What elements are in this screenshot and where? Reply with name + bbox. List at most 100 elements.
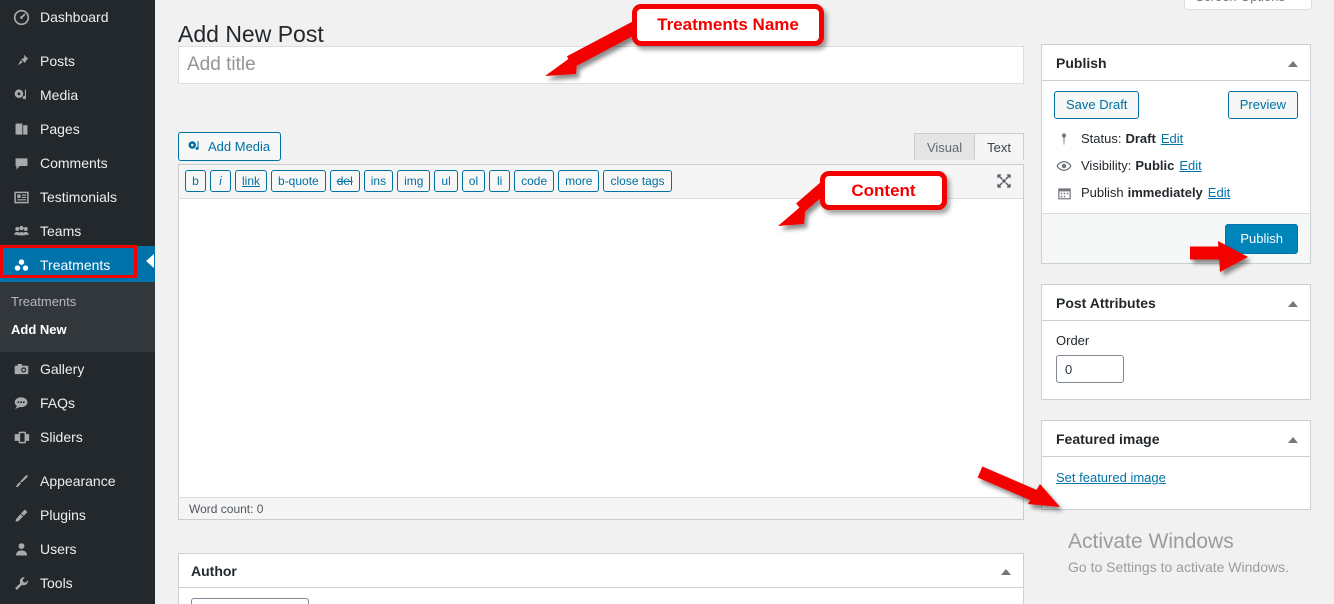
- preview-button[interactable]: Preview: [1227, 91, 1298, 119]
- qt-button-li[interactable]: li: [489, 170, 511, 192]
- sidebar-item-tools[interactable]: Tools: [0, 566, 155, 600]
- screen-options-button[interactable]: Screen Options: [1184, 0, 1312, 10]
- status-row: Status: Draft Edit: [1054, 131, 1298, 147]
- camera-icon: [11, 359, 31, 379]
- editor-container: b i link b-quote del ins img ul ol li co…: [178, 164, 1024, 520]
- chevron-up-icon[interactable]: [1001, 569, 1011, 575]
- sidebar-item-label: Posts: [40, 52, 76, 69]
- visibility-edit-link[interactable]: Edit: [1179, 158, 1201, 174]
- post-attributes-header[interactable]: Post Attributes: [1042, 285, 1310, 321]
- sidebar-item-comments[interactable]: Comments: [0, 146, 155, 180]
- tab-text[interactable]: Text: [974, 133, 1024, 160]
- treatments-icon: [11, 255, 31, 275]
- sidebar-item-label: Appearance: [40, 472, 116, 489]
- sidebar-divider: [0, 34, 155, 44]
- sidebar-item-sliders[interactable]: Sliders: [0, 420, 155, 454]
- calendar-icon: [1054, 186, 1074, 201]
- tab-visual[interactable]: Visual: [913, 133, 976, 160]
- sidebar-item-pages[interactable]: Pages: [0, 112, 155, 146]
- author-metabox-header[interactable]: Author: [179, 554, 1023, 588]
- sidebar-item-treatments[interactable]: Treatments: [0, 248, 155, 282]
- qt-button-img[interactable]: img: [397, 170, 431, 192]
- pin-icon: [1054, 132, 1074, 146]
- sidebar-item-teams[interactable]: Teams: [0, 214, 155, 248]
- plugin-icon: [11, 505, 31, 525]
- dashboard-icon: [11, 7, 31, 27]
- qt-button-code[interactable]: code: [514, 170, 555, 192]
- featured-image-header[interactable]: Featured image: [1042, 421, 1310, 457]
- order-label: Order: [1056, 333, 1090, 348]
- sidebar-item-appearance[interactable]: Appearance: [0, 464, 155, 498]
- sidebar-item-posts[interactable]: Posts: [0, 44, 155, 78]
- author-metabox: Author: [178, 553, 1024, 604]
- qt-button-close-tags[interactable]: close tags: [603, 170, 672, 192]
- qt-button-ins[interactable]: ins: [363, 170, 394, 192]
- sidebar-item-testimonials[interactable]: Testimonials: [0, 180, 155, 214]
- sidebar-item-media[interactable]: Media: [0, 78, 155, 112]
- publish-button[interactable]: Publish: [1225, 224, 1298, 254]
- sidebar-item-plugins[interactable]: Plugins: [0, 498, 155, 532]
- save-draft-button[interactable]: Save Draft: [1054, 91, 1140, 119]
- sidebar-item-dashboard[interactable]: Dashboard: [0, 0, 155, 34]
- qt-button-i[interactable]: i: [210, 170, 231, 192]
- content-textarea[interactable]: [179, 199, 1023, 497]
- sidebar-item-label: Pages: [40, 120, 80, 137]
- sidebar-item-label: Comments: [40, 154, 108, 171]
- sidebar-item-users[interactable]: Users: [0, 532, 155, 566]
- sidebar-item-faqs[interactable]: FAQs: [0, 386, 155, 420]
- user-icon: [11, 539, 31, 559]
- faq-icon: [11, 393, 31, 413]
- screen-options-label: Screen Options: [1195, 0, 1285, 4]
- schedule-edit-link[interactable]: Edit: [1208, 185, 1230, 201]
- add-media-button[interactable]: Add Media: [178, 132, 282, 161]
- publish-metabox-header[interactable]: Publish: [1042, 45, 1310, 81]
- status-edit-link[interactable]: Edit: [1161, 131, 1183, 147]
- qt-button-more[interactable]: more: [558, 170, 600, 192]
- main-content: Screen Options Add New Post Add Media Vi…: [155, 0, 1334, 604]
- author-select[interactable]: [191, 598, 309, 604]
- sidebar-divider: [0, 454, 155, 464]
- title-input[interactable]: [178, 46, 1024, 84]
- qt-button-link[interactable]: link: [235, 170, 268, 192]
- qt-button-ul[interactable]: ul: [434, 170, 458, 192]
- callout-label: Treatments Name: [657, 15, 799, 34]
- qt-button-b-quote[interactable]: b-quote: [271, 170, 326, 192]
- callout-content: Content: [820, 171, 947, 210]
- featured-image-metabox: Featured image Set featured image: [1041, 420, 1311, 510]
- visibility-row: Visibility: Public Edit: [1054, 158, 1298, 174]
- chevron-up-icon[interactable]: [1288, 301, 1298, 307]
- admin-sidebar: Dashboard Posts Media Pages Comments Tes…: [0, 0, 155, 604]
- chevron-up-icon[interactable]: [1288, 437, 1298, 443]
- editor-mode-tabs: Visual Text: [913, 133, 1024, 160]
- sidebar-item-label: Testimonials: [40, 188, 118, 205]
- set-featured-image-link[interactable]: Set featured image: [1056, 470, 1166, 485]
- sidebar-item-label: Plugins: [40, 506, 86, 523]
- submenu-item-treatments[interactable]: Treatments: [0, 288, 155, 316]
- callout-treatments-name: Treatments Name: [632, 4, 824, 46]
- submenu-item-add-new[interactable]: Add New: [0, 316, 155, 344]
- status-value: Draft: [1125, 131, 1156, 146]
- sidebar-item-label: Sliders: [40, 428, 83, 445]
- sidebar-item-label: Treatments: [40, 256, 111, 273]
- brush-icon: [11, 471, 31, 491]
- chevron-up-icon[interactable]: [1288, 61, 1298, 67]
- add-media-label: Add Media: [208, 139, 271, 154]
- callout-label: Content: [851, 180, 916, 200]
- word-count-status: Word count: 0: [179, 497, 1023, 519]
- sidebar-item-label: Media: [40, 86, 79, 103]
- comment-icon: [11, 153, 31, 173]
- qt-button-ol[interactable]: ol: [461, 170, 486, 192]
- order-input[interactable]: [1056, 355, 1124, 383]
- publish-actions-row: Save Draft Preview: [1054, 91, 1298, 119]
- fullscreen-icon[interactable]: [993, 170, 1015, 192]
- qt-button-del[interactable]: del: [329, 170, 360, 192]
- qt-button-b[interactable]: b: [185, 170, 206, 192]
- sidebar-item-label: Teams: [40, 222, 82, 239]
- author-metabox-title: Author: [191, 563, 237, 579]
- sidebar-item-label: Tools: [40, 574, 73, 591]
- publish-metabox-title: Publish: [1056, 55, 1107, 71]
- post-attributes-metabox: Post Attributes Order: [1041, 284, 1311, 400]
- schedule-value: immediately: [1127, 185, 1203, 200]
- featured-image-body: Set featured image: [1042, 457, 1310, 509]
- sidebar-item-gallery[interactable]: Gallery: [0, 352, 155, 386]
